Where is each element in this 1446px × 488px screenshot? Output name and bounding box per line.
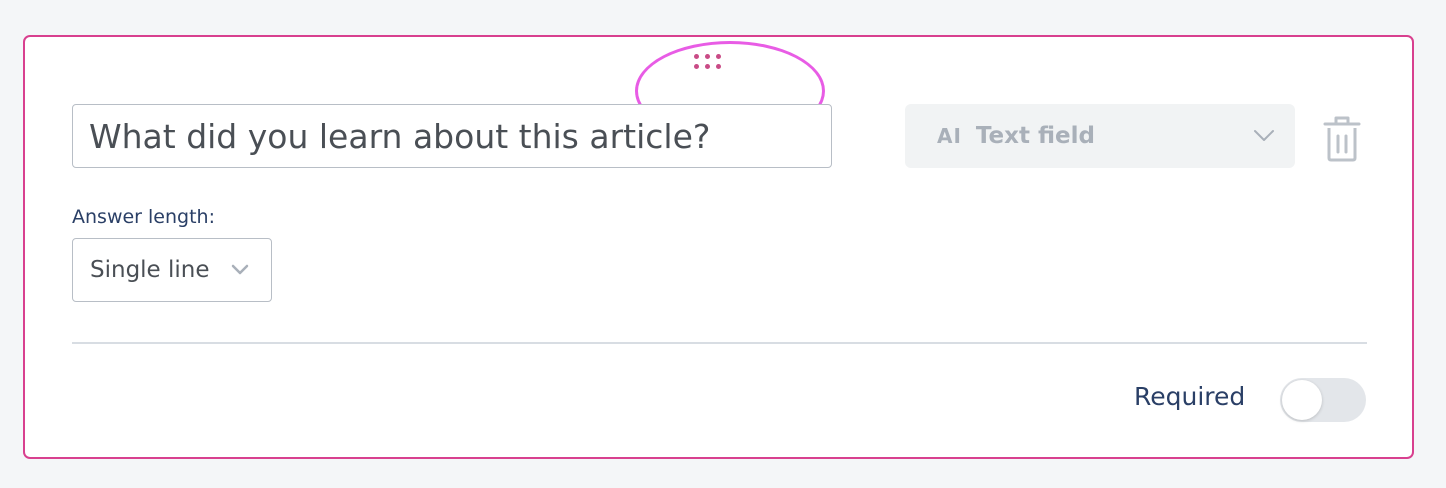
toggle-knob (1282, 380, 1322, 420)
answer-length-label: Answer length: (72, 206, 215, 228)
question-title-input[interactable] (72, 104, 832, 168)
required-toggle[interactable] (1280, 378, 1366, 422)
drag-handle-icon[interactable] (690, 49, 724, 73)
chevron-down-icon (1254, 130, 1274, 141)
trash-icon[interactable] (1323, 116, 1361, 162)
text-field-icon: AI (937, 124, 962, 148)
chevron-down-icon (231, 264, 249, 275)
answer-length-value: Single line (90, 257, 210, 283)
question-type-select[interactable]: AI Text field (905, 104, 1295, 168)
question-type-label: Text field (975, 123, 1095, 149)
required-label: Required (1134, 382, 1246, 411)
divider (72, 342, 1367, 344)
answer-length-select[interactable]: Single line (72, 238, 272, 302)
